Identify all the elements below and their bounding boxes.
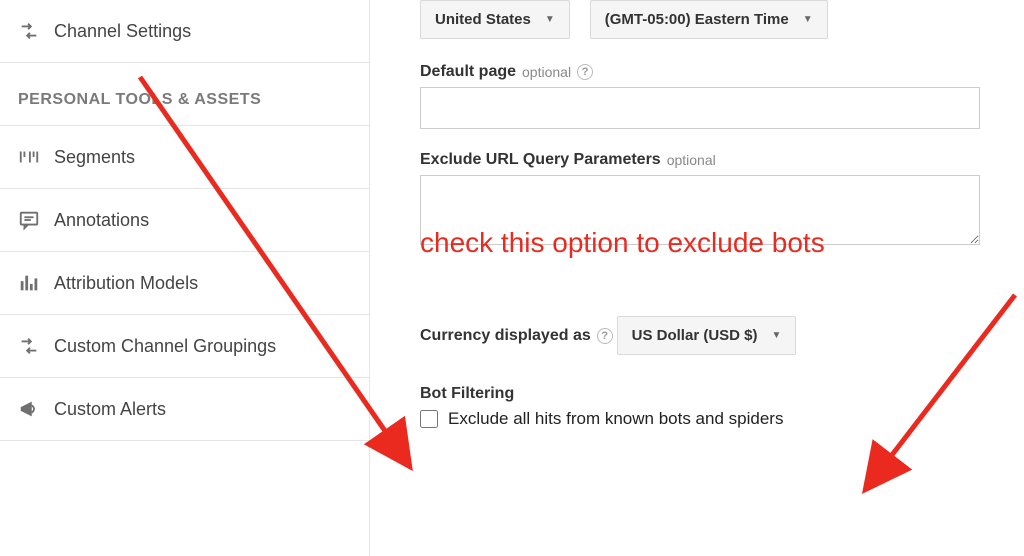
sidebar-item-label: Annotations [54, 210, 149, 231]
exclude-url-params-field: Exclude URL Query Parameters optional [420, 151, 994, 248]
sidebar-item-segments[interactable]: Segments [0, 126, 369, 189]
currency-dropdown-value: US Dollar (USD $) [632, 327, 758, 344]
sidebar-section-header: PERSONAL TOOLS & ASSETS [0, 63, 369, 126]
currency-field: Currency displayed as ? US Dollar (USD $… [420, 308, 994, 355]
sidebar-item-label: Custom Channel Groupings [54, 336, 276, 357]
chevron-down-icon: ▼ [545, 14, 555, 25]
help-icon[interactable]: ? [577, 64, 593, 80]
custom-alerts-icon [18, 398, 54, 420]
main-panel: United States ▼ (GMT-05:00) Eastern Time… [370, 0, 1024, 556]
sidebar-item-annotations[interactable]: Annotations [0, 189, 369, 252]
channel-settings-icon [18, 20, 54, 42]
chevron-down-icon: ▼ [772, 330, 782, 341]
optional-text: optional [667, 152, 716, 168]
annotations-icon [18, 209, 54, 231]
sidebar-item-label: Channel Settings [54, 21, 191, 42]
currency-dropdown[interactable]: US Dollar (USD $) ▼ [617, 316, 797, 355]
sidebar-item-attribution-models[interactable]: Attribution Models [0, 252, 369, 315]
timezone-dropdown[interactable]: (GMT-05:00) Eastern Time ▼ [590, 0, 828, 39]
exclude-url-params-label: Exclude URL Query Parameters [420, 151, 661, 169]
attribution-models-icon [18, 272, 54, 294]
country-dropdown[interactable]: United States ▼ [420, 0, 570, 39]
optional-text: optional [522, 64, 571, 80]
default-page-label: Default page [420, 63, 516, 81]
sidebar-item-channel-settings[interactable]: Channel Settings [0, 0, 369, 63]
chevron-down-icon: ▼ [803, 14, 813, 25]
custom-channel-groupings-icon [18, 335, 54, 357]
sidebar: Channel Settings PERSONAL TOOLS & ASSETS… [0, 0, 370, 556]
bot-filtering-checkbox[interactable] [420, 410, 438, 428]
default-page-field: Default page optional ? [420, 63, 994, 129]
sidebar-item-label: Segments [54, 147, 135, 168]
default-page-input[interactable] [420, 87, 980, 129]
sidebar-item-label: Attribution Models [54, 273, 198, 294]
help-icon[interactable]: ? [597, 328, 613, 344]
timezone-dropdown-value: (GMT-05:00) Eastern Time [605, 11, 789, 28]
bot-filtering-checkbox-label: Exclude all hits from known bots and spi… [448, 409, 783, 429]
sidebar-item-label: Custom Alerts [54, 399, 166, 420]
currency-label: Currency displayed as [420, 327, 591, 345]
segments-icon [18, 146, 54, 168]
bot-filtering-label: Bot Filtering [420, 385, 514, 403]
sidebar-item-custom-channel-groupings[interactable]: Custom Channel Groupings [0, 315, 369, 378]
exclude-url-params-input[interactable] [420, 175, 980, 245]
bot-filtering-field: Bot Filtering Exclude all hits from know… [420, 385, 994, 429]
sidebar-item-custom-alerts[interactable]: Custom Alerts [0, 378, 369, 441]
country-dropdown-value: United States [435, 11, 531, 28]
